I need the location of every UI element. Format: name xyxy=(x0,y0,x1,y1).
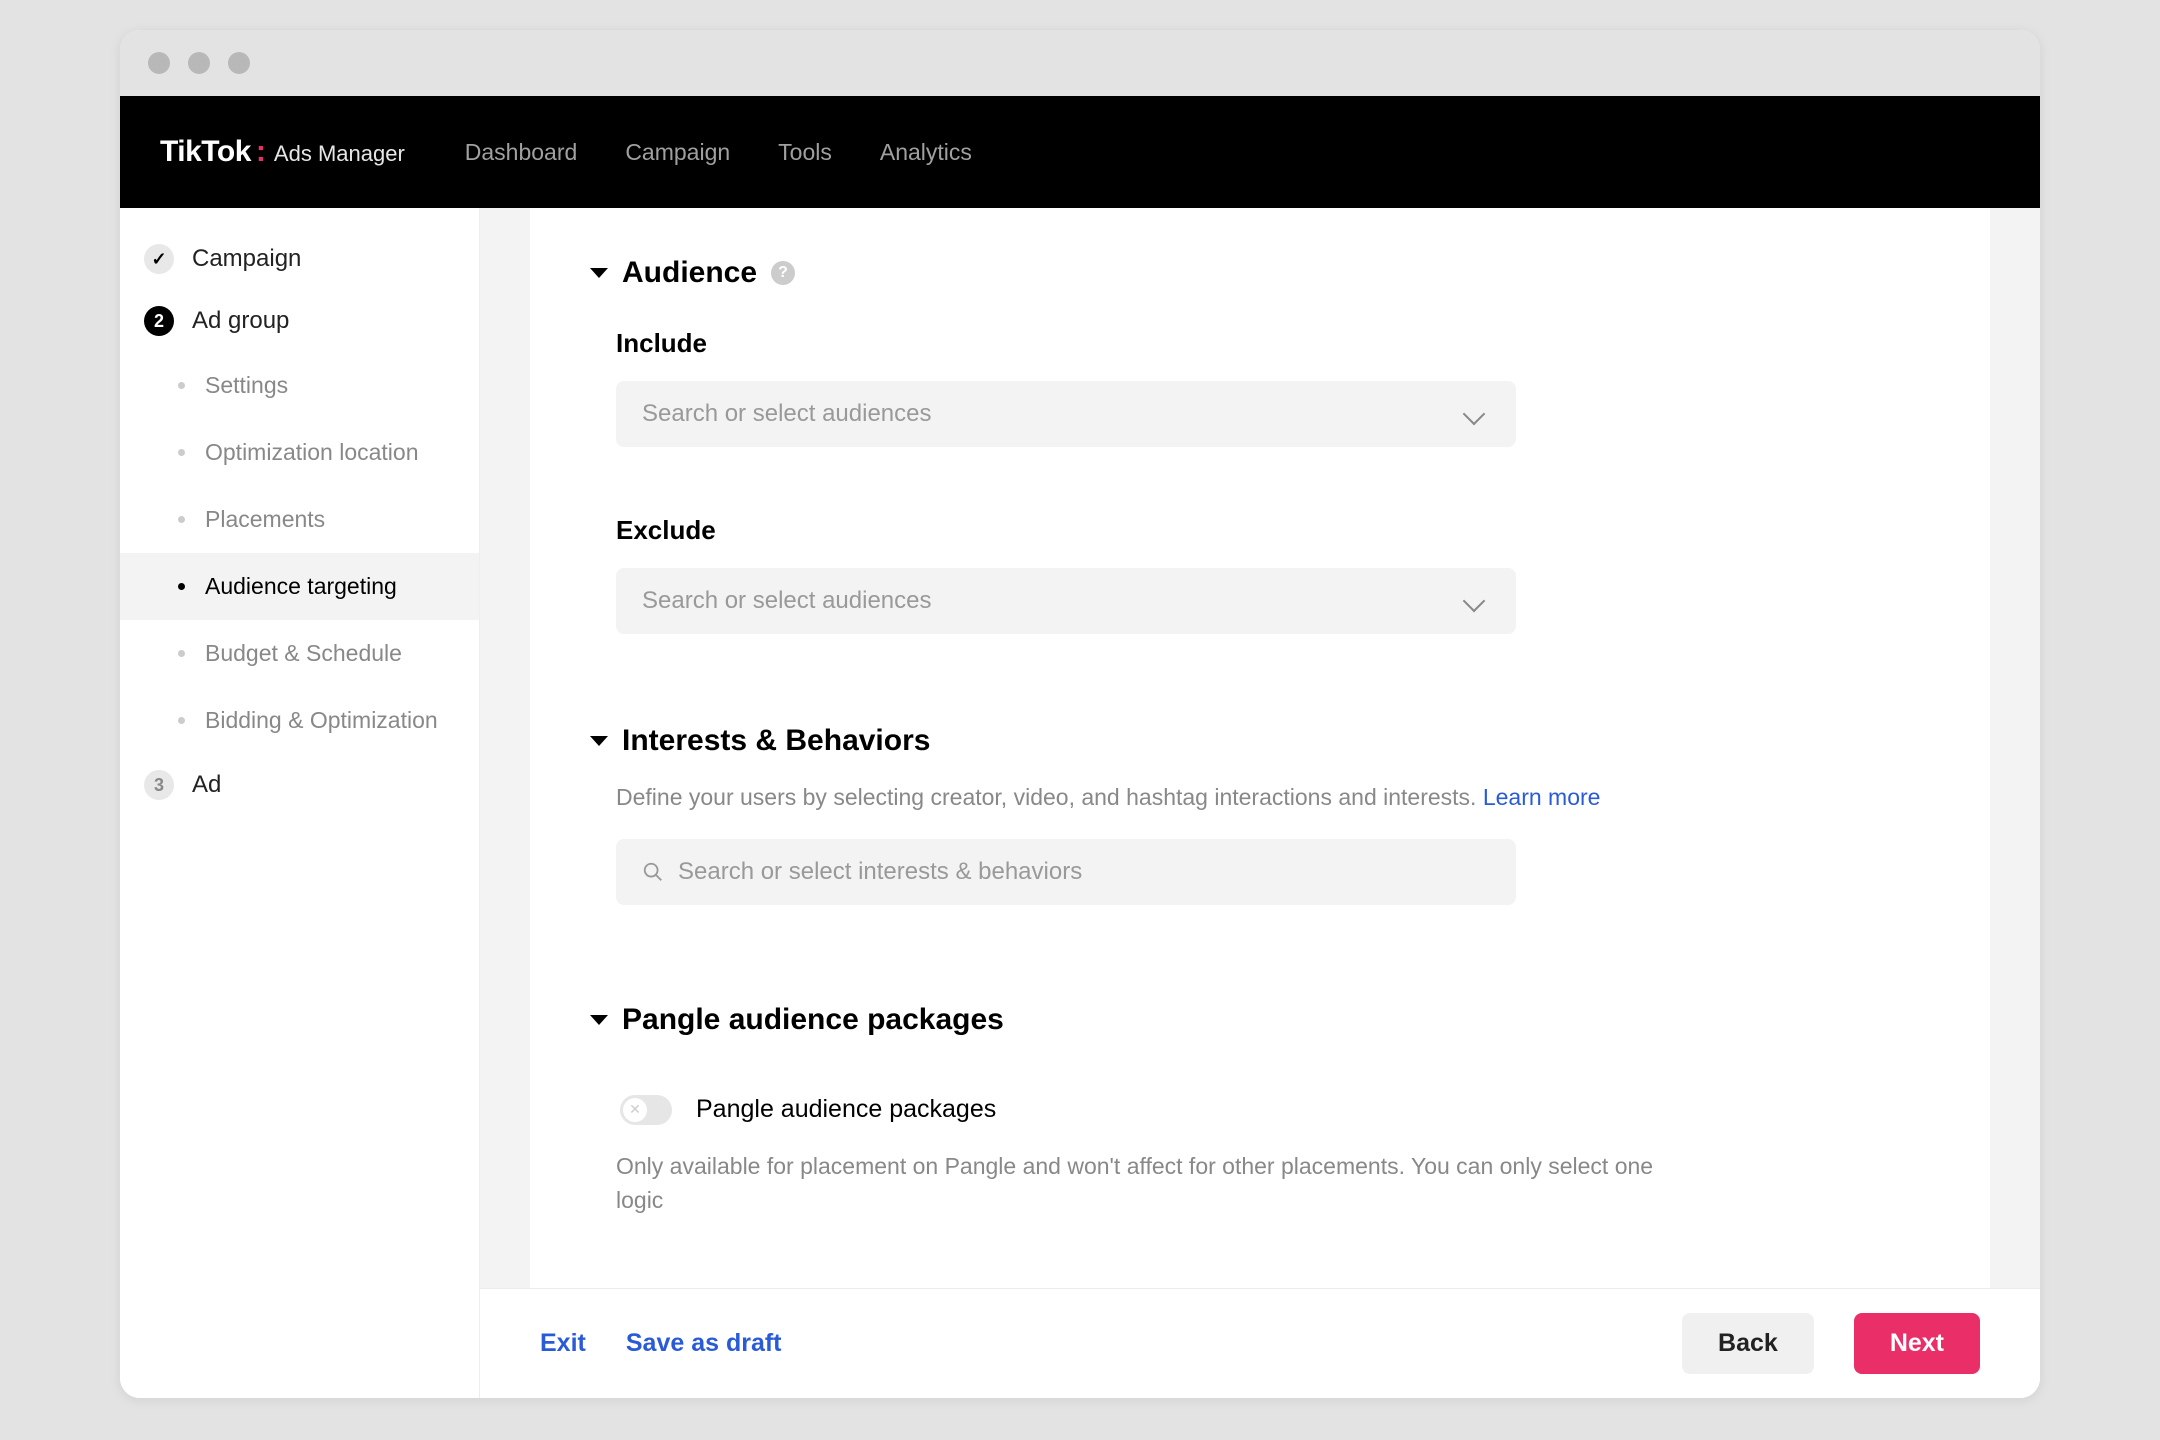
help-icon[interactable]: ? xyxy=(771,261,795,285)
app-window: TikTok: Ads Manager Dashboard Campaign T… xyxy=(120,30,2040,1398)
form-scroll-area: Audience ? Include Search or select audi… xyxy=(530,208,1990,1398)
back-button[interactable]: Back xyxy=(1682,1313,1814,1374)
section-header-interests[interactable]: Interests & Behaviors xyxy=(590,706,1930,776)
sidebar-item-settings[interactable]: Settings xyxy=(120,352,479,419)
toggle-knob-icon: ✕ xyxy=(623,1098,647,1122)
exclude-label: Exclude xyxy=(616,515,1930,546)
placeholder-text: Search or select audiences xyxy=(642,400,932,428)
top-nav: Dashboard Campaign Tools Analytics xyxy=(465,139,972,166)
include-audience-select[interactable]: Search or select audiences xyxy=(616,381,1516,447)
next-button[interactable]: Next xyxy=(1854,1313,1980,1374)
brand-product-name: Ads Manager xyxy=(274,141,405,167)
brand-logo-text: TikTok xyxy=(160,135,251,169)
dot-icon xyxy=(178,382,185,389)
window-control-dot[interactable] xyxy=(148,52,170,74)
section-title: Audience xyxy=(622,256,757,290)
include-field-group: Include Search or select audiences xyxy=(590,308,1930,467)
sidebar-item-label: Budget & Schedule xyxy=(205,640,402,667)
dot-icon xyxy=(178,650,185,657)
placeholder-text: Search or select audiences xyxy=(642,587,932,615)
dot-icon xyxy=(178,583,185,590)
sidebar-item-label: Settings xyxy=(205,372,288,399)
section-header-audience[interactable]: Audience ? xyxy=(590,238,1930,308)
interests-description: Define your users by selecting creator, … xyxy=(590,776,1670,839)
window-control-dot[interactable] xyxy=(188,52,210,74)
step-number-icon: 2 xyxy=(144,306,174,336)
sidebar-item-optimization-location[interactable]: Optimization location xyxy=(120,419,479,486)
pangle-toggle[interactable]: ✕ xyxy=(620,1095,672,1125)
dot-icon xyxy=(178,717,185,724)
titlebar xyxy=(120,30,2040,96)
sidebar-item-audience-targeting[interactable]: Audience targeting xyxy=(120,553,479,620)
sidebar-item-bidding-optimization[interactable]: Bidding & Optimization xyxy=(120,687,479,754)
interests-search-input[interactable]: Search or select interests & behaviors xyxy=(616,839,1516,905)
window-control-dot[interactable] xyxy=(228,52,250,74)
placeholder-text: Search or select interests & behaviors xyxy=(678,858,1082,886)
sidebar-item-label: Audience targeting xyxy=(205,573,397,600)
search-icon xyxy=(642,861,664,883)
step-label: Ad xyxy=(192,771,221,799)
section-header-pangle[interactable]: Pangle audience packages xyxy=(590,985,1930,1055)
pangle-toggle-row: ✕ Pangle audience packages xyxy=(590,1083,1930,1145)
section-title: Interests & Behaviors xyxy=(622,724,930,758)
brand: TikTok: Ads Manager xyxy=(160,135,405,169)
step-ad[interactable]: 3 Ad xyxy=(120,754,479,816)
step-campaign[interactable]: ✓ Campaign xyxy=(120,228,479,290)
caret-down-icon xyxy=(590,736,608,746)
sidebar-item-budget-schedule[interactable]: Budget & Schedule xyxy=(120,620,479,687)
sidebar: ✓ Campaign 2 Ad group Settings Optimizat… xyxy=(120,208,480,1398)
dot-icon xyxy=(178,516,185,523)
description-text: Define your users by selecting creator, … xyxy=(616,784,1483,810)
topbar: TikTok: Ads Manager Dashboard Campaign T… xyxy=(120,96,2040,208)
step-label: Campaign xyxy=(192,245,301,273)
check-icon: ✓ xyxy=(144,244,174,274)
nav-analytics[interactable]: Analytics xyxy=(880,139,972,166)
nav-dashboard[interactable]: Dashboard xyxy=(465,139,578,166)
footer-bar: Exit Save as draft Back Next xyxy=(480,1288,2040,1398)
brand-colon-icon: : xyxy=(256,135,266,169)
content-layout: ✓ Campaign 2 Ad group Settings Optimizat… xyxy=(120,208,2040,1398)
learn-more-link[interactable]: Learn more xyxy=(1483,784,1601,810)
caret-down-icon xyxy=(590,268,608,278)
dot-icon xyxy=(178,449,185,456)
pangle-toggle-label: Pangle audience packages xyxy=(696,1095,996,1124)
chevron-down-icon xyxy=(1463,403,1486,426)
include-label: Include xyxy=(616,328,1930,359)
step-label: Ad group xyxy=(192,307,289,335)
sidebar-item-label: Placements xyxy=(205,506,325,533)
sidebar-item-label: Optimization location xyxy=(205,439,419,466)
main-panel: Audience ? Include Search or select audi… xyxy=(480,208,2040,1398)
caret-down-icon xyxy=(590,1015,608,1025)
sidebar-item-placements[interactable]: Placements xyxy=(120,486,479,553)
step-number-icon: 3 xyxy=(144,770,174,800)
chevron-down-icon xyxy=(1463,590,1486,613)
exclude-audience-select[interactable]: Search or select audiences xyxy=(616,568,1516,634)
exclude-field-group: Exclude Search or select audiences xyxy=(590,495,1930,654)
section-title: Pangle audience packages xyxy=(622,1003,1004,1037)
step-ad-group[interactable]: 2 Ad group xyxy=(120,290,479,352)
pangle-note: Only available for placement on Pangle a… xyxy=(590,1145,1670,1242)
nav-campaign[interactable]: Campaign xyxy=(625,139,730,166)
sidebar-item-label: Bidding & Optimization xyxy=(205,707,438,734)
exit-link[interactable]: Exit xyxy=(540,1329,586,1358)
nav-tools[interactable]: Tools xyxy=(778,139,832,166)
save-draft-link[interactable]: Save as draft xyxy=(626,1329,782,1358)
